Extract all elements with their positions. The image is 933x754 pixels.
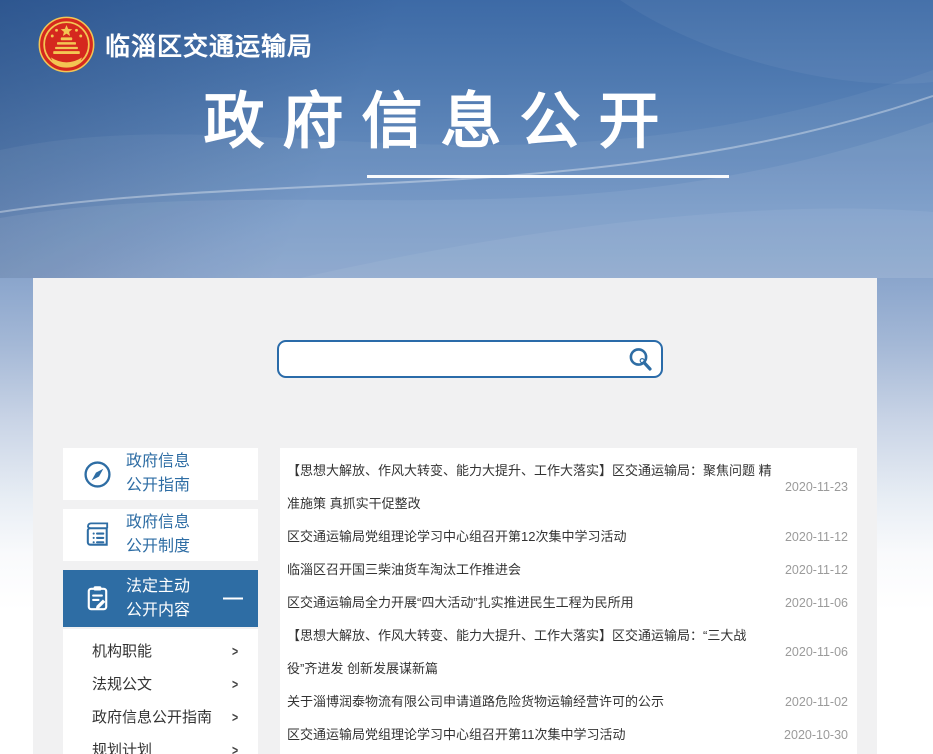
news-row[interactable]: 区交通运输局全力开展“四大活动”扎实推进民生工程为民所用 2020-11-06: [280, 586, 857, 619]
site-logo[interactable]: 临淄区交通运输局: [38, 16, 313, 73]
national-emblem-icon: [38, 16, 95, 73]
sidebar-card[interactable]: 法定主动公开内容 —: [63, 570, 258, 627]
news-title[interactable]: 【思想大解放、作风大转变、能力大提升、工作大落实】区交通运输局：“三大战役”齐进…: [287, 619, 773, 685]
news-date: 2020-11-12: [773, 563, 848, 577]
news-title[interactable]: 关于淄博润泰物流有限公司申请道路危险货物运输经营许可的公示: [287, 685, 664, 718]
sidebar-card[interactable]: 政府信息公开制度: [63, 509, 258, 561]
news-list: 【思想大解放、作风大转变、能力大提升、工作大落实】区交通运输局：聚焦问题 精准施…: [280, 448, 857, 754]
search-bar: [277, 340, 663, 378]
chevron-right-icon: >: [232, 742, 238, 754]
submenu-item-label: 机构职能: [92, 640, 152, 661]
collapse-minus-icon: —: [223, 587, 243, 610]
title-underline: [367, 175, 729, 178]
submenu-item[interactable]: 法规公文 >: [63, 667, 258, 700]
news-date: 2020-11-12: [773, 530, 848, 544]
chevron-right-icon: >: [232, 709, 238, 725]
sidebar-card-label: 政府信息公开指南: [126, 450, 190, 498]
clipboard-edit-icon: [82, 583, 113, 614]
page: 临淄区交通运输局 政府信息公开 政府信息公开指南: [0, 0, 933, 754]
submenu-item[interactable]: 机构职能 >: [63, 634, 258, 667]
agency-name: 临淄区交通运输局: [105, 27, 313, 63]
submenu-item[interactable]: 政府信息公开指南 >: [63, 700, 258, 733]
news-row[interactable]: 区交通运输局党组理论学习中心组召开第12次集中学习活动 2020-11-12: [280, 520, 857, 553]
news-row[interactable]: 区交通运输局党组理论学习中心组召开第11次集中学习活动 2020-10-30: [280, 718, 857, 751]
sidebar-card[interactable]: 政府信息公开指南: [63, 448, 258, 500]
compass-icon: [82, 459, 113, 490]
news-row[interactable]: 关于淄博润泰物流有限公司申请道路危险货物运输经营许可的公示 2020-11-02: [280, 685, 857, 718]
banner: 临淄区交通运输局 政府信息公开: [0, 0, 933, 278]
page-title: 政府信息公开: [0, 88, 933, 155]
news-date: 2020-11-06: [773, 596, 848, 610]
sidebar-submenu: 机构职能 > 法规公文 > 政府信息公开指南 > 规划计划 >: [63, 629, 258, 754]
search-button[interactable]: [619, 342, 661, 376]
submenu-item-label: 政府信息公开指南: [92, 706, 212, 727]
news-title[interactable]: 区交通运输局全力开展“四大活动”扎实推进民生工程为民所用: [287, 586, 634, 619]
chevron-right-icon: >: [232, 676, 238, 692]
news-title[interactable]: 临淄区召开国三柴油货车淘汰工作推进会: [287, 553, 521, 586]
submenu-item-label: 规划计划: [92, 739, 152, 754]
news-date: 2020-11-06: [773, 645, 848, 659]
submenu-item[interactable]: 规划计划 >: [63, 733, 258, 754]
chevron-right-icon: >: [232, 643, 238, 659]
news-row[interactable]: 【思想大解放、作风大转变、能力大提升、工作大落实】区交通运输局：“三大战役”齐进…: [280, 619, 857, 685]
sidebar: 政府信息公开指南 政府信息公开制度 法定主动公开内容 — 机构职能 > 法规公文…: [63, 448, 258, 754]
notebook-icon: [82, 520, 113, 551]
submenu-item-label: 法规公文: [92, 673, 152, 694]
news-date: 2020-11-23: [773, 480, 848, 494]
news-title[interactable]: 区交通运输局党组理论学习中心组召开第11次集中学习活动: [287, 718, 626, 751]
news-title[interactable]: 区交通运输局党组理论学习中心组召开第12次集中学习活动: [287, 520, 626, 553]
page-body: 政府信息公开指南 政府信息公开制度 法定主动公开内容 — 机构职能 > 法规公文…: [0, 278, 933, 754]
news-date: 2020-11-02: [773, 695, 848, 709]
news-row[interactable]: 临淄区召开国三柴油货车淘汰工作推进会 2020-11-12: [280, 553, 857, 586]
news-title[interactable]: 【思想大解放、作风大转变、能力大提升、工作大落实】区交通运输局：聚焦问题 精准施…: [287, 454, 773, 520]
news-date: 2020-10-30: [772, 728, 848, 742]
sidebar-card-label: 政府信息公开制度: [126, 511, 190, 559]
search-input[interactable]: [279, 342, 619, 376]
search-icon: [627, 346, 654, 373]
sidebar-card-label: 法定主动公开内容: [126, 575, 190, 623]
news-row[interactable]: 【思想大解放、作风大转变、能力大提升、工作大落实】区交通运输局：聚焦问题 精准施…: [280, 454, 857, 520]
content-panel: 政府信息公开指南 政府信息公开制度 法定主动公开内容 — 机构职能 > 法规公文…: [33, 278, 877, 754]
